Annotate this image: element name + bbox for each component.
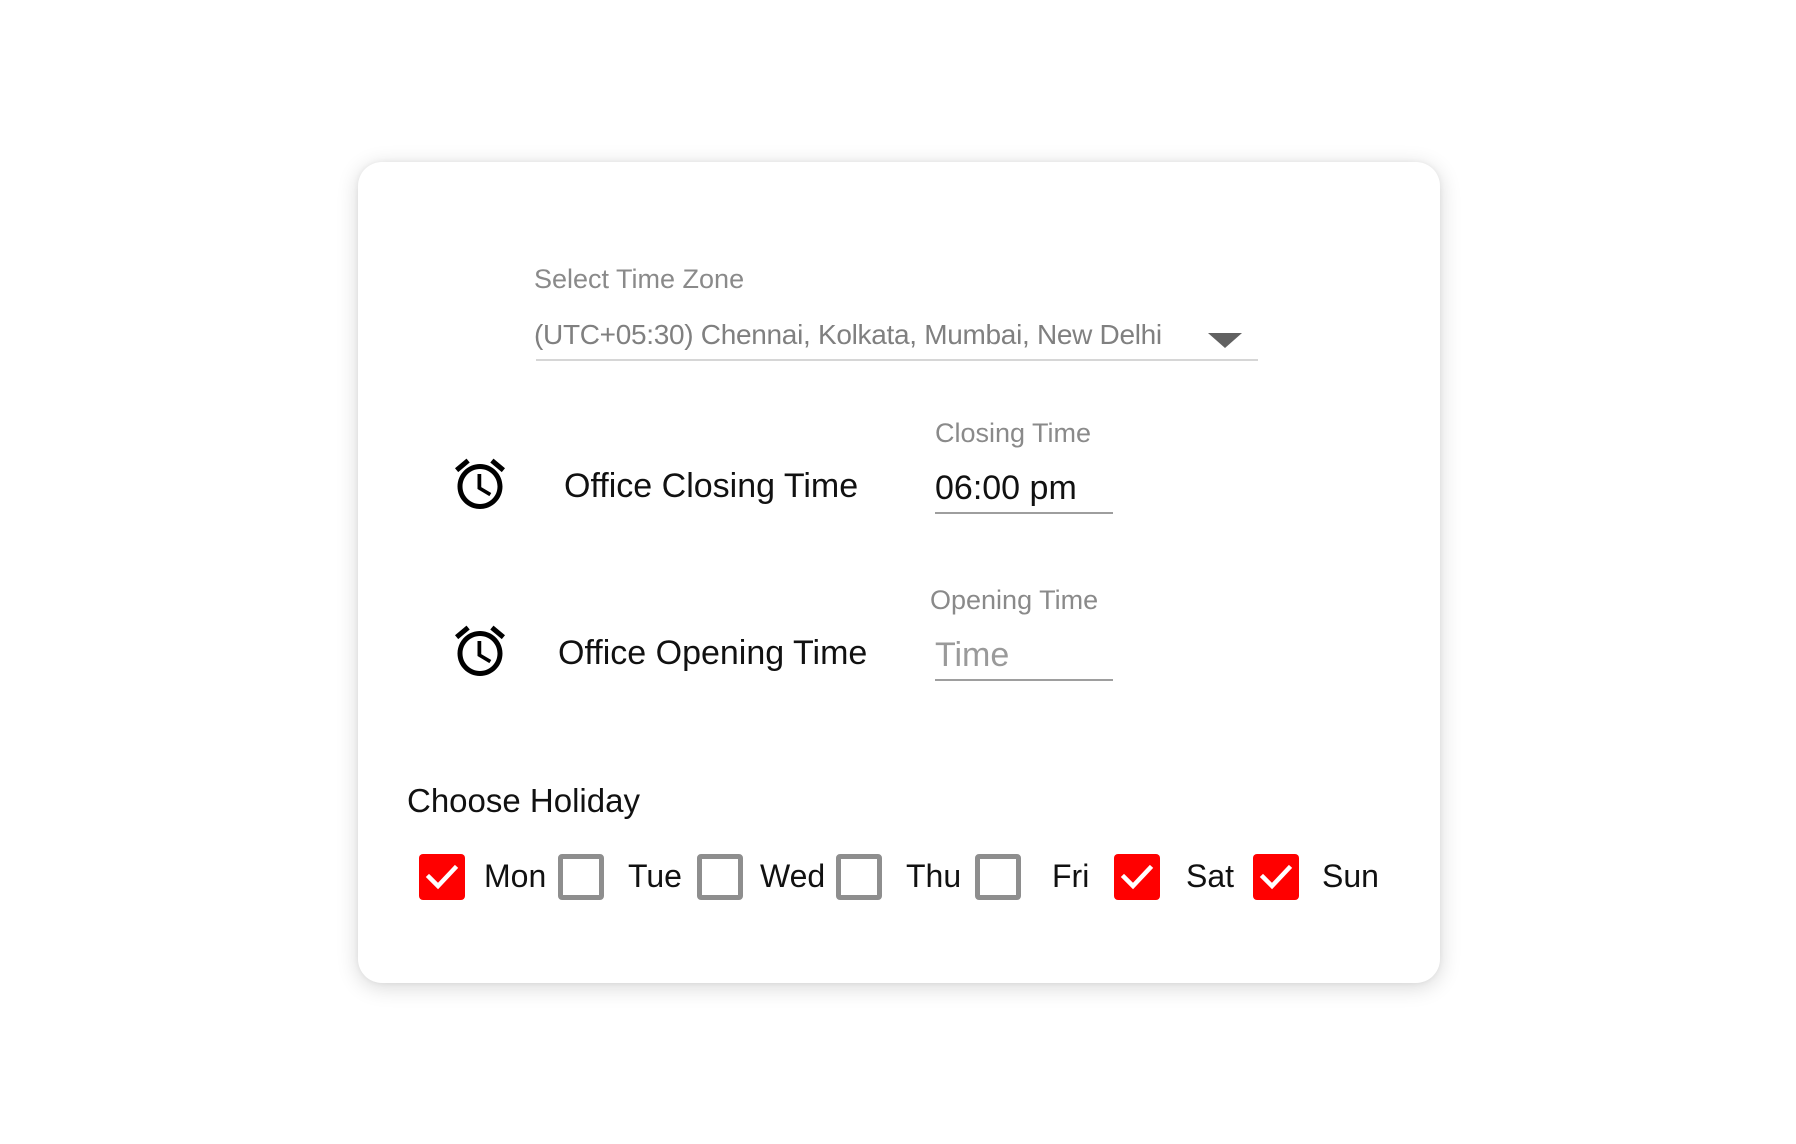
checkmark-icon: [1120, 864, 1154, 890]
closing-time-input[interactable]: [935, 464, 1113, 514]
office-hours-card: Select Time Zone (UTC+05:30) Chennai, Ko…: [358, 162, 1440, 983]
day-label: Sat: [1186, 858, 1235, 894]
timezone-select[interactable]: (UTC+05:30) Chennai, Kolkata, Mumbai, Ne…: [534, 317, 1258, 361]
alarm-clock-icon: [455, 625, 505, 676]
checkbox-thu[interactable]: [836, 854, 882, 900]
dropdown-triangle-icon[interactable]: [1208, 333, 1242, 348]
checkbox-fri[interactable]: [975, 854, 1021, 900]
day-label: Wed: [760, 858, 826, 894]
checkmark-icon: [425, 864, 459, 890]
day-label: Fri: [1052, 858, 1090, 894]
checkbox-sat[interactable]: [1114, 854, 1160, 900]
opening-time-field-label: Opening Time: [930, 585, 1099, 615]
checkbox-wed[interactable]: [697, 854, 743, 900]
day-label: Sun: [1322, 858, 1379, 894]
day-label: Tue: [628, 858, 682, 894]
timezone-value: (UTC+05:30) Chennai, Kolkata, Mumbai, Ne…: [534, 319, 1162, 350]
checkbox-tue[interactable]: [558, 854, 604, 900]
checkbox-mon[interactable]: [419, 854, 465, 900]
office-closing-time-label: Office Closing Time: [564, 467, 859, 505]
choose-holiday-title: Choose Holiday: [407, 782, 640, 819]
checkbox-sun[interactable]: [1253, 854, 1299, 900]
day-label: Mon: [484, 858, 547, 894]
office-opening-time-label: Office Opening Time: [558, 634, 868, 672]
day-label: Thu: [906, 858, 962, 894]
alarm-clock-icon: [455, 458, 505, 509]
closing-time-field-label: Closing Time: [935, 418, 1092, 448]
timezone-label: Select Time Zone: [534, 264, 745, 294]
checkmark-icon: [1259, 864, 1293, 890]
opening-time-input[interactable]: [935, 631, 1113, 681]
